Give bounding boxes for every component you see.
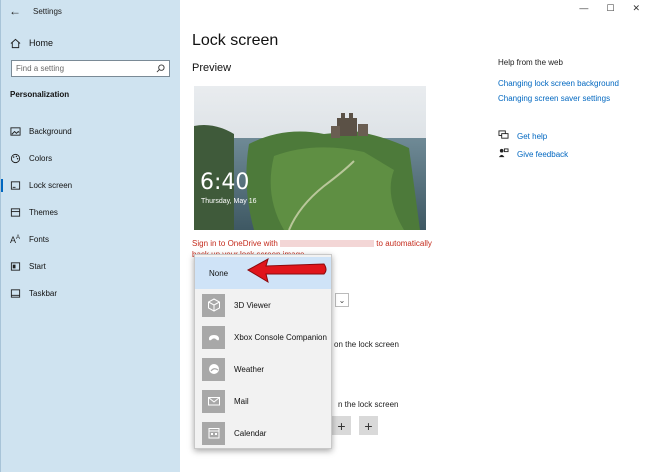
chevron-down-icon[interactable]: ⌄ [335,293,349,307]
lock-screen-preview: 6:40 Thursday, May 16 [194,86,426,230]
app-title: Settings [33,6,62,16]
app-option-label: Calendar [234,428,267,438]
person-feedback-icon [498,148,509,160]
app-option-label: Mail [234,396,249,406]
sidebar-item-taskbar[interactable]: Taskbar [1,280,181,307]
page-title: Lock screen [192,32,279,49]
preview-label: Preview [192,62,232,74]
sidebar-item-background[interactable]: Background [1,118,181,145]
chat-icon [498,130,509,142]
search-box[interactable] [11,60,170,77]
app-option-label: 3D Viewer [234,300,271,310]
app-option-xbox[interactable]: Xbox Console Companion [195,321,331,353]
redacted-email [280,240,375,248]
sidebar-nav: Background Colors Lock screen Themes AA … [1,118,181,307]
add-quick-status-button-1[interactable]: + [332,416,351,435]
sidebar-item-fonts[interactable]: AA Fonts [1,226,181,253]
give-feedback-label: Give feedback [517,149,569,159]
back-arrow-icon[interactable]: ← [1,4,29,18]
window-controls: — ☐ ✕ [579,3,640,14]
sidebar-item-label: Colors [29,154,53,163]
lock-time: 6:40 [200,170,250,195]
app-option-label: Weather [234,364,265,374]
fonts-icon: AA [9,234,21,245]
warning-text-1: Sign in to OneDrive with [192,239,278,248]
help-title: Help from the web [498,58,563,67]
app-option-weather[interactable]: Weather [195,353,331,385]
start-icon [1,261,29,272]
sidebar-item-label: Lock screen [29,181,73,190]
brush-icon [1,207,29,218]
quick-status-description: n the lock screen [338,400,399,409]
sidebar-item-start[interactable]: Start [1,253,181,280]
xbox-icon [202,325,225,349]
app-option-label: Xbox Console Companion [234,332,327,342]
home-icon [1,38,29,49]
add-quick-status-button-2[interactable]: + [359,416,378,435]
app-option-calendar[interactable]: Calendar [195,417,331,449]
obscured-text [192,462,392,470]
preview-image [194,86,426,230]
search-input[interactable] [16,64,146,73]
sidebar-item-label: Taskbar [29,289,58,298]
weather-icon [202,357,225,381]
help-link-lock-screen[interactable]: Changing lock screen background [498,79,619,88]
help-link-screen-saver[interactable]: Changing screen saver settings [498,94,610,103]
home-label: Home [29,38,54,48]
lock-date: Thursday, May 16 [201,198,257,205]
sidebar-item-label: Themes [29,208,58,217]
calendar-icon [202,421,225,445]
title-bar: ← Settings [1,0,181,22]
picture-icon [1,126,29,137]
mail-icon [202,389,225,413]
taskbar-icon [1,288,29,299]
section-title: Personalization [10,90,70,99]
sidebar-item-label: Fonts [29,235,50,244]
home-nav-item[interactable]: Home [1,34,181,52]
app-option-label: None [209,268,229,278]
get-help-label: Get help [517,131,548,141]
status-app-description: on the lock screen [334,340,399,349]
sidebar-item-lock-screen[interactable]: Lock screen [1,172,181,199]
annotation-arrow-icon [246,257,327,284]
give-feedback-link[interactable]: Give feedback [498,148,568,160]
sidebar-item-themes[interactable]: Themes [1,199,181,226]
app-option-3d-viewer[interactable]: 3D Viewer [195,289,331,321]
sidebar: ← Settings Home Personalization Backgrou… [0,0,180,472]
warning-text-2: to automatically [376,239,432,248]
minimize-icon[interactable]: — [579,3,588,14]
palette-icon [1,153,29,164]
sidebar-item-label: Background [29,127,72,136]
get-help-link[interactable]: Get help [498,130,547,142]
close-icon[interactable]: ✕ [632,3,640,14]
app-option-mail[interactable]: Mail [195,385,331,417]
maximize-icon[interactable]: ☐ [606,3,614,14]
sidebar-item-label: Start [29,262,46,271]
search-icon[interactable] [156,60,165,78]
sidebar-item-colors[interactable]: Colors [1,145,181,172]
cube-icon [202,293,225,317]
lock-screen-icon [1,180,29,191]
